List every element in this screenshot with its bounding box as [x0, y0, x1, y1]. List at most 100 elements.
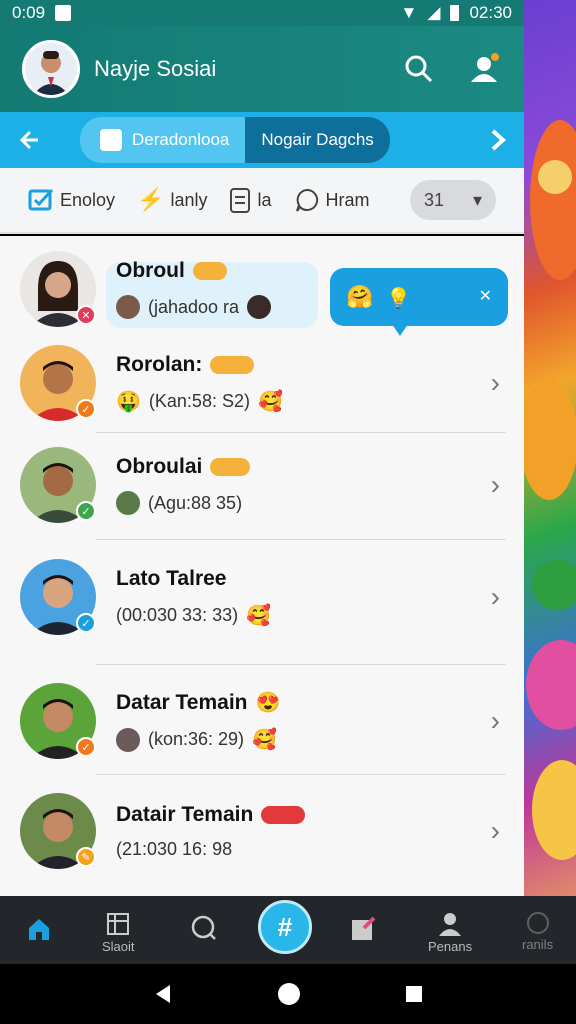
document-icon: [230, 188, 251, 213]
battery-icon: [450, 5, 460, 21]
mini-avatar: [116, 727, 140, 752]
grid-icon: [107, 913, 130, 935]
filter-la[interactable]: la: [229, 186, 272, 214]
circle-icon: [526, 912, 549, 934]
list-item[interactable]: ✓ Obroulai (Agu:88 35) ›: [0, 442, 524, 528]
contact-name-row: Datair Temain: [116, 802, 306, 827]
account-icon[interactable]: [468, 52, 502, 86]
status-badge: ✓: [76, 399, 96, 419]
contact-subtitle: (21:030 16: 98: [116, 838, 233, 859]
filter-lanly[interactable]: ⚡ lanly: [137, 187, 207, 213]
status-badge: ✎: [76, 847, 96, 867]
status-badge: ✕: [76, 305, 96, 325]
list-item[interactable]: ✎ Datair Temain (21:030 16: 98 ›: [0, 788, 524, 874]
nav-compose[interactable]: [350, 914, 378, 942]
mini-avatar: [116, 491, 140, 515]
background-game-art: [524, 0, 576, 965]
system-nav-bar: [0, 964, 576, 1024]
signal-icon: ◢: [427, 3, 441, 22]
profile-avatar[interactable]: [22, 40, 80, 98]
tab-group: Deradonlooa Nogair Dagchs: [80, 117, 390, 163]
contact-name-row: Obroulai: [116, 455, 251, 479]
collapse-icon[interactable]: ✕: [479, 286, 492, 306]
status-tag: [261, 805, 306, 824]
filter-label: Enoloy: [60, 189, 116, 210]
compose-icon: [352, 916, 376, 940]
status-badge: ✓: [76, 737, 96, 757]
checkbox-icon: [28, 188, 54, 211]
forward-chevron-icon[interactable]: [488, 128, 508, 152]
nav-ranils[interactable]: ranils: [522, 912, 553, 952]
emoji-icon: 😍: [255, 692, 281, 714]
chevron-right-icon: ›: [490, 815, 500, 846]
tab-deradonlooa[interactable]: Deradonlooa: [84, 117, 245, 163]
app-title: Nayje Sosiai: [94, 56, 217, 81]
filter-hram[interactable]: Hram: [294, 187, 370, 213]
list-item[interactable]: ✓ Lato Talree (00:030 33: 33) 🥰 ›: [0, 554, 524, 640]
contact-subtitle-row: (kon:36: 29) 🥰: [116, 727, 280, 752]
contact-subtitle-row: (Agu:88 35): [116, 491, 250, 515]
contact-name: Datair Temain: [116, 802, 254, 826]
contact-subtitle: (kon:36: 29): [148, 729, 245, 749]
search-icon: [191, 915, 216, 940]
chevron-down-icon: ▾: [472, 189, 482, 210]
nav-label: Slaoit: [102, 939, 135, 954]
chevron-right-icon: ›: [490, 705, 500, 736]
search-icon[interactable]: [404, 54, 434, 84]
wifi-icon: ▼: [400, 3, 418, 22]
tab-nogair-dagchs[interactable]: Nogair Dagchs: [245, 117, 390, 163]
contact-subtitle-row: 🤑 (Kan:58: S2) 🥰: [116, 389, 283, 414]
avatar: ✓: [20, 447, 96, 523]
nav-search[interactable]: [190, 914, 218, 942]
center-action-button[interactable]: #: [258, 900, 312, 954]
home-icon: [29, 919, 49, 940]
chevron-right-icon: ›: [490, 469, 500, 500]
avatar: ✓: [20, 345, 96, 421]
like-icon: [100, 129, 122, 151]
list-item[interactable]: ✕ Obroul (jahadoo ra 🤗 💡 ✕: [0, 246, 524, 336]
contact-subtitle: (Agu:88 35): [148, 492, 243, 513]
contact-subtitle: (00:030 33: 33): [116, 604, 239, 625]
chat-icon: [295, 188, 318, 212]
contact-name-row: Lato Talree: [116, 567, 271, 591]
emoji-icon: 🤑: [116, 390, 141, 413]
count-value: 31: [424, 189, 445, 210]
nav-slaoit[interactable]: Slaoit: [102, 912, 135, 954]
divider: [96, 774, 506, 775]
nav-label: Penans: [428, 939, 473, 954]
contact-name: Datar Temain: [116, 690, 248, 714]
home-circle-icon[interactable]: [277, 982, 301, 1006]
contact-name-row: Obroul: [116, 259, 271, 283]
contact-name: Rorolan:: [116, 352, 203, 376]
mini-avatar: [116, 295, 140, 319]
person-icon: [439, 913, 462, 936]
avatar: ✓: [20, 559, 96, 635]
emoji-icon: 🥰: [257, 390, 283, 413]
back-arrow-icon[interactable]: [16, 128, 40, 152]
emoji-icon: 🥰: [246, 604, 271, 627]
avatar: ✎: [20, 793, 96, 869]
verified-badge: ✓: [76, 613, 96, 633]
lightning-icon: ⚡: [137, 187, 165, 212]
emoji-icon: 💡: [386, 288, 411, 310]
contact-subtitle: (Kan:58: S2): [148, 390, 250, 411]
filter-enoloy[interactable]: Enoloy: [28, 187, 115, 213]
list-item[interactable]: ✓ Datar Temain 😍 (kon:36: 29) 🥰 ›: [0, 678, 524, 764]
back-triangle-icon[interactable]: [152, 983, 174, 1005]
divider: [96, 432, 506, 433]
tab-bar: Deradonlooa Nogair Dagchs: [0, 112, 524, 168]
reply-bubble[interactable]: 🤗 💡 ✕: [330, 268, 508, 336]
status-bar: 0:09 ▼ ◢ 02:30: [0, 0, 524, 26]
nav-label: ranils: [522, 937, 554, 952]
mini-avatar: [247, 295, 272, 319]
contact-name-row: Rorolan:: [116, 353, 283, 377]
count-dropdown[interactable]: 31 ▾: [410, 180, 496, 220]
nav-home[interactable]: [26, 916, 52, 942]
contact-list: ✕ Obroul (jahadoo ra 🤗 💡 ✕ ✓ Rorolan: 🤑 …: [0, 236, 524, 896]
tab-label: Deradonlooa: [132, 130, 230, 149]
nav-penans[interactable]: Penans: [428, 910, 472, 954]
filter-row: Enoloy ⚡ lanly la Hram 31 ▾: [0, 168, 524, 234]
recents-square-icon[interactable]: [404, 984, 424, 1004]
filter-label: la: [257, 189, 272, 210]
list-item[interactable]: ✓ Rorolan: 🤑 (Kan:58: S2) 🥰 ›: [0, 340, 524, 426]
